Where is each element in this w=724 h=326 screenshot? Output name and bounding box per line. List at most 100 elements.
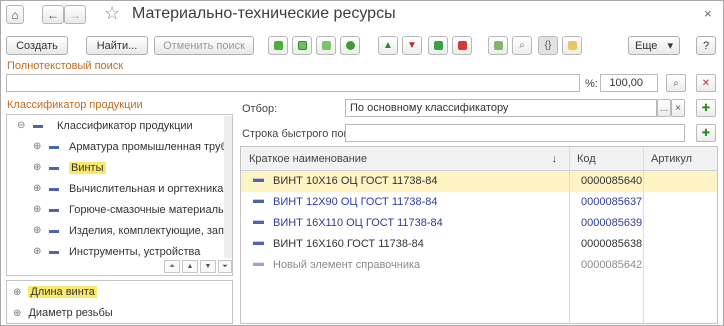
row-name: ВИНТ 12Х90 ОЦ ГОСТ 11738-84 (273, 196, 438, 208)
percent-field[interactable]: 100,00 (600, 74, 658, 92)
tree-item[interactable]: ⊕ ▬ Винты (7, 159, 232, 179)
filter-select-button[interactable]: ... (657, 99, 671, 117)
uncheck-icon[interactable] (452, 36, 472, 55)
tree-item-label: Горюче-смазочные материалы (69, 204, 226, 216)
tree-scrollbar[interactable] (224, 116, 232, 258)
group-icon: ▬ (49, 141, 59, 152)
cancel-search-button[interactable]: Отменить поиск (154, 36, 254, 55)
forward-button[interactable]: → (64, 5, 86, 24)
tree-item[interactable]: ⊖ ▬ Классификатор продукции (7, 117, 232, 137)
tree-item-label: Изделия, комплектующие, зап.части, (69, 225, 233, 237)
quick-search-input[interactable] (345, 124, 685, 142)
expand-icon[interactable]: ⊕ (33, 183, 41, 194)
classifier-tree: ⊖ ▬ Классификатор продукции ⊕ ▬ Арматура… (6, 114, 233, 276)
percent-label: %: (585, 78, 598, 90)
scroll-bottom-icon[interactable]: ⏷ (218, 260, 232, 273)
row-name: ВИНТ 10Х16 ОЦ ГОСТ 11738-84 (273, 175, 438, 187)
expand-icon[interactable]: ⊖ (17, 120, 25, 131)
column-divider (569, 147, 570, 323)
help-button[interactable]: ? (696, 36, 716, 55)
item-marker-icon: ▬ (253, 215, 264, 227)
more-button[interactable]: Еще ▾ (628, 36, 680, 55)
column-divider (643, 147, 644, 323)
item-marker-icon: ▬ (253, 173, 264, 185)
column-header-name[interactable]: Краткое наименование ↓ (241, 147, 569, 171)
tree-item[interactable]: ⊕ ▬ Инструменты, устройства (7, 243, 232, 263)
expand-icon[interactable]: ⊕ (33, 204, 41, 215)
copy-item-icon[interactable] (268, 36, 288, 55)
forward-arrow-icon: → (69, 7, 81, 22)
move-down-icon[interactable]: ▼ (402, 36, 422, 55)
item-marker-icon: ▬ (253, 194, 264, 206)
move-up-icon[interactable]: ▲ (378, 36, 398, 55)
item-marker-icon: ▬ (253, 257, 264, 269)
tree-item-label: Классификатор продукции (57, 120, 193, 132)
expand-icon[interactable]: ⊕ (33, 141, 41, 152)
check-icon[interactable] (428, 36, 448, 55)
search-icon[interactable]: ⌕ (666, 74, 686, 92)
scroll-top-icon[interactable]: ⏶ (164, 260, 180, 273)
item-marker-icon: ▬ (253, 236, 264, 248)
group-icon: ▬ (49, 183, 59, 194)
classifier-label: Классификатор продукции (7, 99, 143, 111)
expand-icon[interactable]: ⊕ (33, 246, 41, 257)
list-view-icon[interactable] (488, 36, 508, 55)
sort-arrow-icon: ↓ (551, 153, 558, 165)
move-group-icon[interactable] (340, 36, 360, 55)
tree-item-label: Вычислительная и оргтехника, ПО (69, 183, 233, 195)
attribute-item[interactable]: ⊕ Длина винта (13, 286, 97, 298)
tree-item[interactable]: ⊕ ▬ Вычислительная и оргтехника, ПО (7, 180, 232, 200)
row-code: 0000085637 (581, 196, 643, 208)
group-icon: ▬ (49, 204, 59, 215)
fulltext-search-label: Полнотекстовый поиск (7, 60, 124, 72)
tree-item[interactable]: ⊕ ▬ Горюче-смазочные материалы (7, 201, 232, 221)
table-row[interactable]: ▬ ВИНТ 10Х16 ОЦ ГОСТ 11738-84 0000085640 (241, 171, 717, 192)
tree-item[interactable]: ⊕ ▬ Изделия, комплектующие, зап.части, (7, 222, 232, 242)
row-name: ВИНТ 16Х110 ОЦ ГОСТ 11738-84 (273, 217, 443, 229)
mark-deletion-icon[interactable] (316, 36, 336, 55)
edit-item-icon[interactable] (292, 36, 312, 55)
table-row[interactable]: ▬ ВИНТ 16Х110 ОЦ ГОСТ 11738-84 000008563… (241, 213, 717, 234)
column-header-article[interactable]: Артикул (643, 147, 717, 171)
group-icon: ▬ (33, 120, 43, 131)
group-icon: ▬ (49, 246, 59, 257)
clear-search-icon[interactable]: ✕ (696, 74, 716, 92)
hierarchy-icon[interactable]: {} (538, 36, 558, 55)
attribute-label: Длина винта (28, 286, 97, 298)
tree-item-label: Инструменты, устройства (69, 246, 201, 258)
back-button[interactable]: ← (42, 5, 64, 24)
fulltext-search-input[interactable] (6, 74, 580, 92)
favorite-star-icon[interactable]: ☆ (104, 3, 120, 24)
expand-icon[interactable]: ⊕ (13, 308, 21, 319)
search-icon[interactable]: ⌕ (512, 36, 532, 55)
back-arrow-icon: ← (47, 7, 59, 22)
chevron-down-icon: ▾ (667, 40, 673, 52)
column-header-code[interactable]: Код (569, 147, 643, 171)
attributes-panel: ⊕ Длина винта ⊕ Диаметр резьбы (6, 280, 233, 324)
home-button[interactable]: ⌂ (6, 5, 24, 24)
close-icon[interactable]: × (704, 6, 712, 21)
attribute-label: Диаметр резьбы (28, 307, 113, 319)
expand-icon[interactable]: ⊕ (13, 287, 21, 298)
row-name: Новый элемент справочника (273, 259, 421, 271)
filter-clear-button[interactable]: × (671, 99, 685, 117)
table-row[interactable]: ▬ ВИНТ 12Х90 ОЦ ГОСТ 11738-84 0000085637 (241, 192, 717, 213)
create-button[interactable]: Создать (6, 36, 68, 55)
table-row[interactable]: ▬ ВИНТ 16Х160 ГОСТ 11738-84 0000085638 (241, 234, 717, 255)
scroll-down-icon[interactable]: ▼ (200, 260, 216, 273)
quick-search-apply-icon[interactable]: ✚ (696, 124, 716, 142)
row-code: 0000085638 (581, 238, 643, 250)
tree-item[interactable]: ⊕ ▬ Арматура промышленная трубопрово (7, 138, 232, 158)
find-button[interactable]: Найти... (86, 36, 148, 55)
attribute-item[interactable]: ⊕ Диаметр резьбы (13, 307, 113, 319)
filter-apply-icon[interactable]: ✚ (696, 99, 716, 117)
filter-field[interactable]: По основному классификатору (345, 99, 657, 117)
table-row[interactable]: ▬ Новый элемент справочника 0000085642 (241, 255, 717, 276)
scroll-up-icon[interactable]: ▲ (182, 260, 198, 273)
expand-icon[interactable]: ⊕ (33, 225, 41, 236)
page-title: Материально-технические ресурсы (132, 5, 396, 22)
group-icon: ▬ (49, 225, 59, 236)
expand-icon[interactable]: ⊕ (33, 162, 41, 173)
row-name: ВИНТ 16Х160 ГОСТ 11738-84 (273, 238, 424, 250)
folder-icon[interactable] (562, 36, 582, 55)
